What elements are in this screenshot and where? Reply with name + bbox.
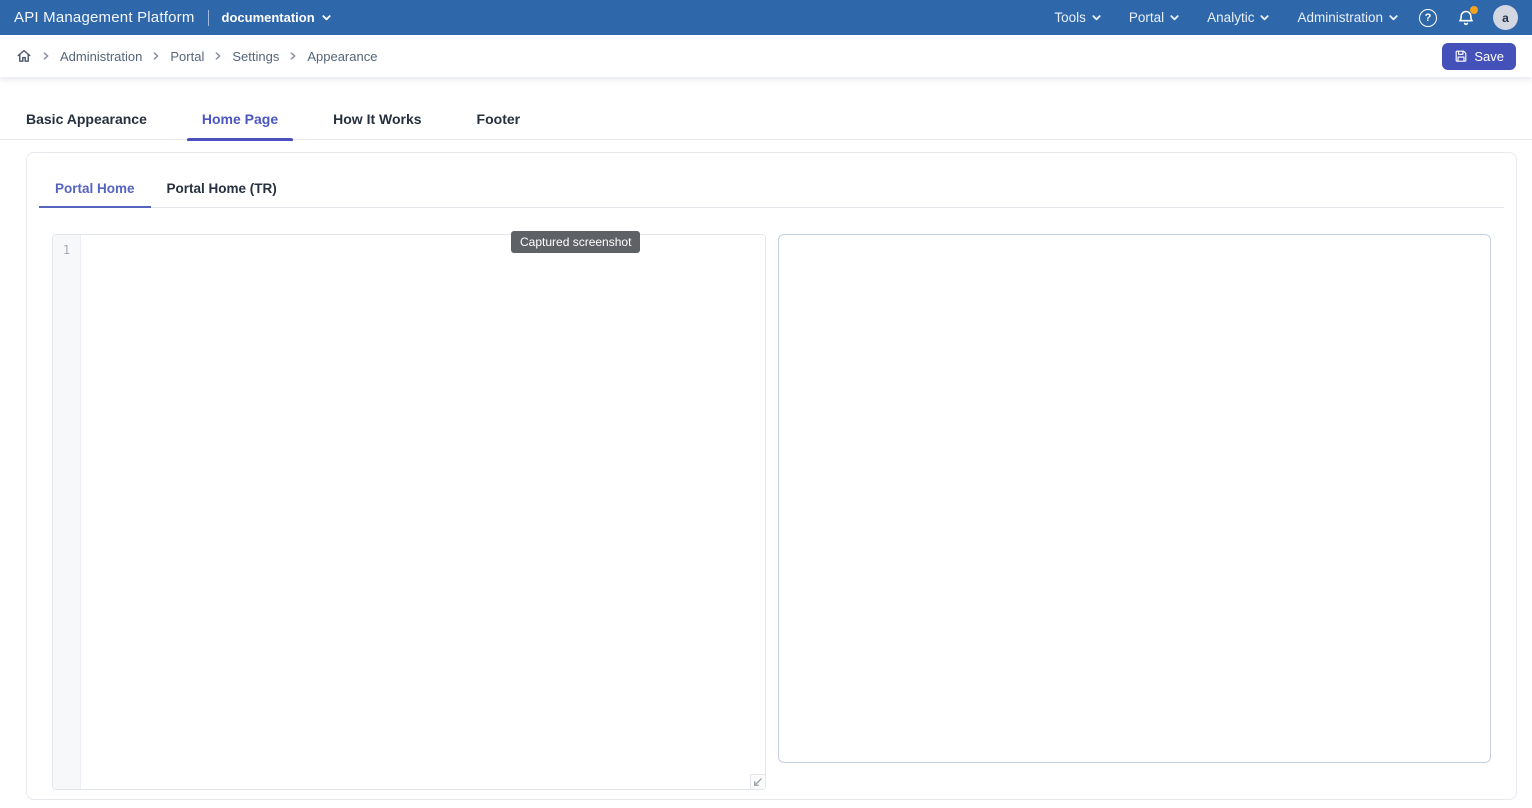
nav-menu-label: Administration (1297, 10, 1383, 25)
chevron-right-icon (213, 51, 223, 61)
subtab-portal-home-tr[interactable]: Portal Home (TR) (151, 169, 293, 207)
tab-footer[interactable]: Footer (477, 99, 521, 140)
nav-menu-label: Portal (1129, 10, 1164, 25)
chevron-right-icon (41, 51, 51, 61)
breadcrumb-item-administration[interactable]: Administration (60, 49, 142, 64)
resize-arrow-icon (752, 777, 763, 788)
portal-home-subtabs: Portal Home Portal Home (TR) (39, 169, 1504, 208)
nav-menu-tools[interactable]: Tools (1054, 10, 1102, 25)
editor-resize-handle[interactable] (750, 774, 765, 789)
editor-line-gutter: 1 (53, 235, 81, 789)
topbar: API Management Platform documentation To… (0, 0, 1532, 35)
save-button-label: Save (1474, 49, 1504, 64)
app-title: API Management Platform (14, 9, 195, 26)
tab-basic-appearance[interactable]: Basic Appearance (26, 99, 147, 140)
chevron-down-icon (1388, 12, 1399, 23)
line-number: 1 (63, 243, 70, 257)
chevron-down-icon (1169, 12, 1180, 23)
nav-menu-analytic[interactable]: Analytic (1207, 10, 1270, 25)
breadcrumb-item-appearance: Appearance (307, 49, 377, 64)
breadcrumb-bar: Administration Portal Settings Appearanc… (0, 35, 1532, 77)
tab-home-page[interactable]: Home Page (202, 99, 278, 140)
nav-menu-label: Analytic (1207, 10, 1254, 25)
nav-menu-label: Tools (1054, 10, 1086, 25)
save-icon (1454, 49, 1468, 63)
html-code-editor[interactable]: 1 (52, 234, 766, 790)
topbar-nav: Tools Portal Analytic Administration ? (1027, 5, 1518, 30)
avatar[interactable]: a (1493, 5, 1518, 30)
tab-how-it-works[interactable]: How It Works (333, 99, 421, 140)
nav-menu-portal[interactable]: Portal (1129, 10, 1180, 25)
nav-menu-administration[interactable]: Administration (1297, 10, 1399, 25)
home-page-card: Portal Home Portal Home (TR) 1 (26, 152, 1517, 800)
notification-dot (1470, 6, 1478, 14)
breadcrumb-item-portal[interactable]: Portal (170, 49, 204, 64)
editor-preview-panes: 1 (52, 234, 1491, 790)
brand-divider (208, 10, 209, 26)
workspace-label: documentation (222, 10, 315, 25)
notifications-button[interactable] (1457, 9, 1475, 27)
home-page-preview (778, 234, 1492, 763)
help-icon: ? (1419, 9, 1437, 27)
chevron-right-icon (151, 51, 161, 61)
chevron-down-icon (1091, 12, 1102, 23)
chevron-down-icon (321, 12, 332, 23)
breadcrumb-item-settings[interactable]: Settings (232, 49, 279, 64)
editor-text-area[interactable] (81, 235, 765, 789)
save-button[interactable]: Save (1442, 43, 1516, 70)
workspace-dropdown[interactable]: documentation (222, 10, 332, 25)
subtab-portal-home[interactable]: Portal Home (39, 169, 151, 207)
chevron-right-icon (288, 51, 298, 61)
chevron-down-icon (1259, 12, 1270, 23)
bell-icon (1457, 9, 1475, 27)
home-icon[interactable] (16, 48, 32, 64)
tooltip: Captured screenshot (511, 231, 640, 253)
appearance-tabs: Basic Appearance Home Page How It Works … (0, 99, 1532, 140)
help-button[interactable]: ? (1419, 9, 1437, 27)
